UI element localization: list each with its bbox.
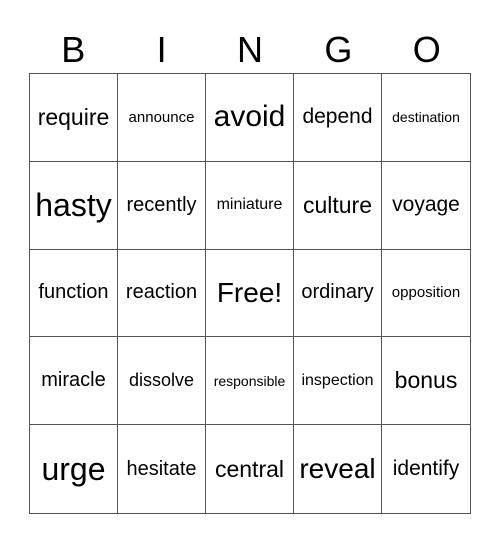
bingo-cell[interactable]: culture [294, 161, 382, 250]
bingo-cell[interactable]: voyage [382, 162, 470, 250]
bingo-header: B I N G O [29, 28, 471, 72]
header-letter-g: G [324, 29, 353, 70]
bingo-cell[interactable]: reaction [118, 249, 206, 338]
bingo-cell[interactable]: avoid [206, 74, 294, 162]
free-space[interactable]: Free! [206, 249, 294, 338]
bingo-cell[interactable]: depend [294, 74, 382, 162]
bingo-cell[interactable]: identify [382, 425, 470, 513]
bingo-cell[interactable]: recently [118, 161, 206, 250]
header-letter-o: O [412, 29, 441, 70]
bingo-cell[interactable]: opposition [382, 250, 470, 338]
bingo-cell[interactable]: require [30, 74, 118, 162]
bingo-cell[interactable]: central [206, 425, 294, 513]
bingo-cell[interactable]: bonus [382, 337, 470, 426]
bingo-cell[interactable]: inspection [294, 337, 382, 426]
bingo-cell[interactable]: urge [30, 425, 118, 513]
bingo-cell[interactable]: miniature [206, 161, 294, 250]
bingo-cell[interactable]: ordinary [294, 249, 382, 338]
bingo-cell[interactable]: function [30, 249, 118, 338]
header-letter-i: I [156, 29, 167, 70]
bingo-cell[interactable]: announce [118, 74, 206, 162]
bingo-cell[interactable]: dissolve [118, 337, 206, 426]
bingo-cell[interactable]: destination [382, 74, 470, 162]
bingo-cell[interactable]: miracle [30, 337, 118, 426]
bingo-cell[interactable]: hasty [30, 161, 118, 250]
header-letter-n: N [236, 29, 263, 70]
bingo-grid: require announce avoid depend destinatio… [29, 73, 471, 514]
bingo-cell[interactable]: responsible [206, 337, 294, 426]
bingo-cell[interactable]: hesitate [118, 425, 206, 513]
bingo-cell[interactable]: reveal [294, 425, 382, 513]
header-letter-b: B [61, 29, 86, 70]
